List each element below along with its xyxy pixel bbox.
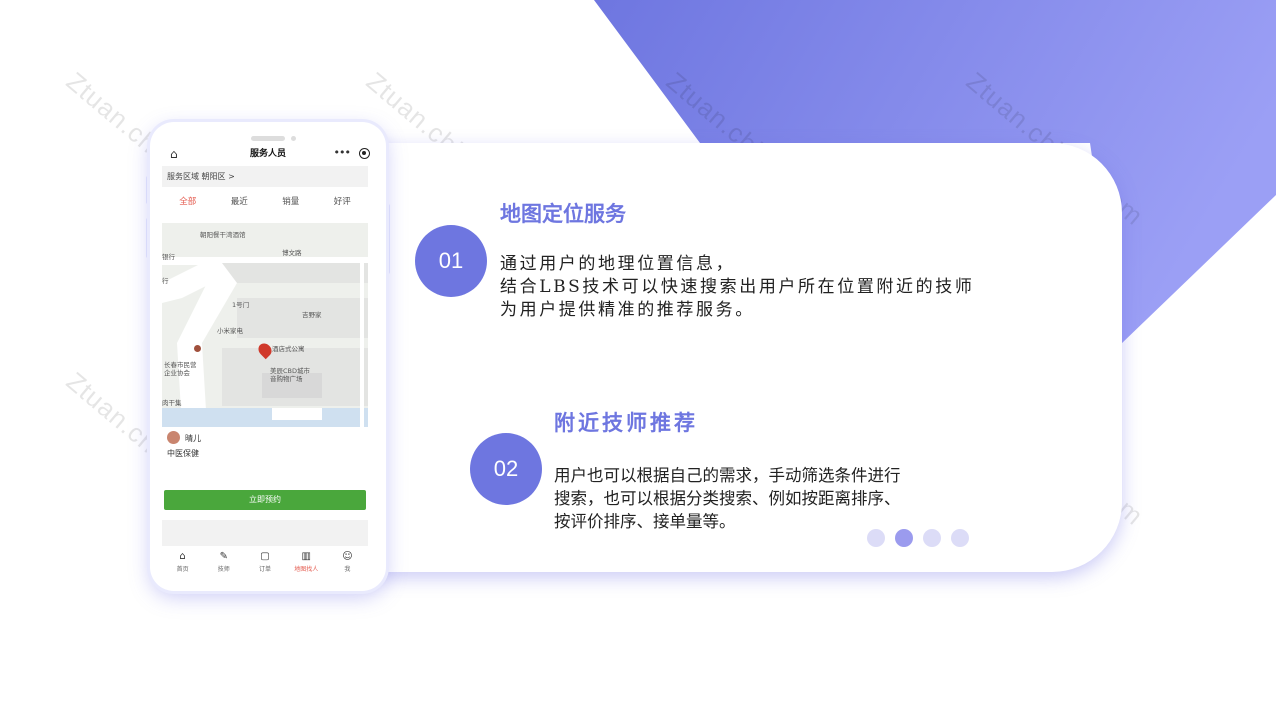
pagination-dot-active[interactable] bbox=[895, 529, 913, 547]
section2-title: 附近技师推荐 bbox=[554, 410, 698, 435]
section1-number: 01 bbox=[415, 225, 487, 297]
map-poi-label: 企业协会 bbox=[164, 369, 190, 377]
spacer-bar bbox=[162, 520, 368, 546]
map-poi-label: 银行 bbox=[162, 253, 175, 261]
map-roads bbox=[162, 223, 368, 427]
tab-recent[interactable]: 最近 bbox=[214, 192, 266, 212]
map-poi-label: 行 bbox=[162, 277, 169, 285]
map-poi-label: 美辰CBD城市 bbox=[270, 367, 311, 375]
map-road-label: 博文路 bbox=[282, 249, 302, 257]
section2-number: 02 bbox=[470, 433, 542, 505]
nav-item-profile[interactable]: ☺ 我 bbox=[327, 547, 368, 577]
map-poi-label: 长春市民营 bbox=[164, 361, 197, 369]
nav-label: 首页 bbox=[176, 566, 189, 573]
bottom-navbar: ⌂ 首页 ✎ 技师 ▢ 订单 ▥ 地图找人 ☺ 我 bbox=[162, 547, 368, 577]
app-header: ⌂ 服务人员 ••• bbox=[162, 145, 374, 165]
region-value: 朝阳区 > bbox=[201, 172, 235, 181]
phone-speaker bbox=[251, 136, 285, 141]
avatar[interactable] bbox=[167, 431, 180, 444]
technician-icon: ✎ bbox=[219, 551, 228, 562]
pagination-dot[interactable] bbox=[923, 529, 941, 547]
nav-label: 我 bbox=[344, 566, 351, 573]
pagination-dots bbox=[867, 529, 969, 547]
order-icon: ▢ bbox=[260, 551, 270, 562]
phone-side-button bbox=[386, 204, 390, 274]
profile-icon: ☺ bbox=[342, 551, 353, 562]
close-target-icon[interactable] bbox=[359, 148, 370, 159]
home-icon: ⌂ bbox=[179, 551, 186, 562]
nav-item-map[interactable]: ▥ 地图找人 bbox=[286, 547, 327, 577]
nav-item-home[interactable]: ⌂ 首页 bbox=[162, 547, 203, 577]
map-view[interactable]: 朝阳餐干湾酒馆 博文路 银行 1号门 吉野家 小米家电 长春市民营 企业协会 酒… bbox=[162, 223, 368, 427]
more-icon[interactable]: ••• bbox=[334, 145, 351, 161]
nav-label: 订单 bbox=[259, 566, 272, 573]
map-poi-label: 1号门 bbox=[232, 301, 250, 309]
tab-sales[interactable]: 销量 bbox=[265, 192, 317, 212]
map-poi-label: 小米家电 bbox=[217, 327, 243, 335]
nav-label: 地图找人 bbox=[294, 566, 319, 573]
nav-item-orders[interactable]: ▢ 订单 bbox=[244, 547, 285, 577]
section1-body: 通过用户的地理位置信息， 结合LBS技术可以快速搜索出用户所在位置附近的技师 为… bbox=[500, 254, 975, 320]
map-poi-icon bbox=[194, 345, 201, 352]
map-icon: ▥ bbox=[301, 551, 311, 562]
service-region-bar[interactable]: 服务区域 朝阳区 > bbox=[162, 166, 368, 187]
phone-mockup: ⌂ 服务人员 ••• 服务区域 朝阳区 > 全部 最近 销量 好评 朝阳餐干湾酒… bbox=[150, 122, 386, 591]
filter-tabs: 全部 最近 销量 好评 bbox=[162, 192, 368, 212]
section1-title: 地图定位服务 bbox=[500, 202, 626, 226]
map-poi-label: 吉野家 bbox=[302, 311, 322, 319]
region-label: 服务区域 bbox=[167, 172, 199, 181]
section2-body: 用户也可以根据自己的需求，手动筛选条件进行 搜索，也可以根据分类搜索、例如按距离… bbox=[554, 466, 901, 531]
nav-item-technician[interactable]: ✎ 技师 bbox=[203, 547, 244, 577]
nav-label: 技师 bbox=[217, 566, 230, 573]
book-now-button[interactable]: 立即预约 bbox=[164, 490, 366, 510]
pagination-dot[interactable] bbox=[867, 529, 885, 547]
map-poi-label: 酒店式公寓 bbox=[272, 345, 305, 353]
tab-rating[interactable]: 好评 bbox=[317, 192, 369, 212]
technician-category: 中医保健 bbox=[167, 449, 199, 458]
map-poi-label: 朝阳餐干湾酒馆 bbox=[200, 231, 246, 239]
technician-name[interactable]: 晴儿 bbox=[185, 433, 201, 444]
map-poi-label: 音购物广场 bbox=[270, 375, 303, 383]
map-poi-label: 肉干集 bbox=[162, 399, 182, 407]
tab-all[interactable]: 全部 bbox=[162, 192, 214, 212]
phone-camera bbox=[291, 136, 296, 141]
pagination-dot[interactable] bbox=[951, 529, 969, 547]
